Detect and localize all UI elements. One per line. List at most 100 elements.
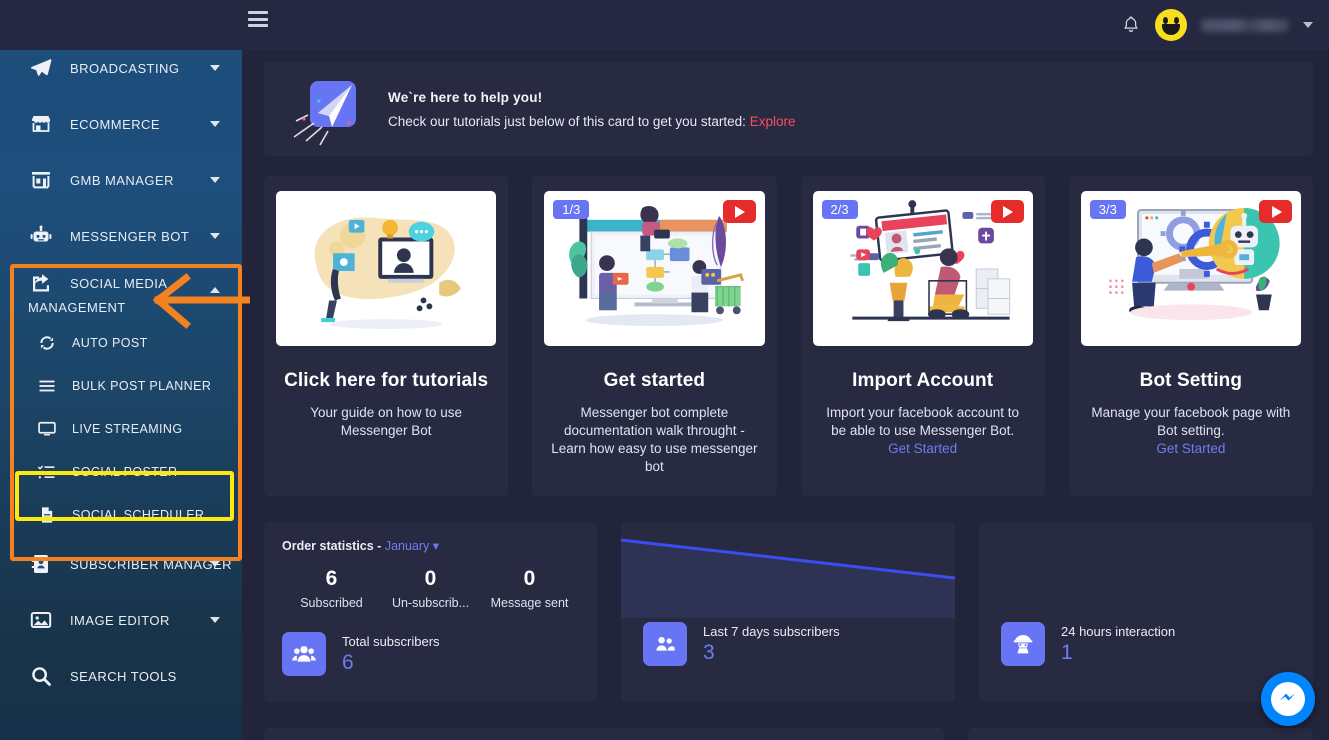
bottom-cards-row: Male vs female subscribers Subscriber`s … <box>264 728 1313 740</box>
statistics-row: Order statistics - January ▾ 6 Subscribe… <box>264 522 1313 702</box>
sidebar-subitem-social-scheduler[interactable]: SOCIAL SCHEDULER <box>0 493 242 536</box>
shop-icon <box>28 167 54 193</box>
sidebar: BROADCASTING ECOMMERCE GMB MANAGER MESSE… <box>0 40 242 740</box>
users-icon <box>643 622 687 666</box>
main-content: We`re here to help you! Check our tutori… <box>242 50 1329 740</box>
last-7-days-label: Last 7 days subscribers <box>703 623 840 639</box>
sidebar-item-messenger-bot[interactable]: MESSENGER BOT <box>0 208 242 264</box>
sidebar-subitem-label: BULK POST PLANNER <box>72 378 212 393</box>
order-statistics-header: Order statistics - January ▾ <box>282 538 579 553</box>
order-statistics-title: Order statistics - <box>282 539 385 553</box>
sidebar-item-ecommerce[interactable]: ECOMMERCE <box>0 96 242 152</box>
messenger-chat-button[interactable] <box>1261 672 1315 726</box>
tutorial-card[interactable]: 1/3 Get started Messenger bot complete d… <box>532 176 777 496</box>
get-started-link[interactable]: Get Started <box>1085 440 1296 458</box>
tutorial-card-description: Manage your facebook page with Bot setti… <box>1085 404 1296 458</box>
messenger-icon <box>1271 682 1305 716</box>
address-book-icon <box>28 551 54 577</box>
total-subscribers-label: Total subscribers <box>342 633 440 649</box>
sidebar-item-label: SEARCH TOOLS <box>70 668 177 684</box>
chevron-down-icon[interactable] <box>210 177 220 183</box>
order-statistics-card: Order statistics - January ▾ 6 Subscribe… <box>264 522 597 702</box>
tutorial-card[interactable]: Click here for tutorials Your guide on h… <box>264 176 509 496</box>
metric-label: Un-subscrib... <box>391 596 470 610</box>
file-icon <box>36 504 58 526</box>
tutorial-card-description: Your guide on how to use Messenger Bot <box>310 405 463 438</box>
tutorial-cards-row: Click here for tutorials Your guide on h… <box>264 176 1313 496</box>
total-subscribers-value: 6 <box>342 650 354 674</box>
tutorial-step-badge: 2/3 <box>821 200 858 219</box>
hamburger-bar <box>248 17 268 21</box>
help-banner: We`re here to help you! Check our tutori… <box>264 62 1313 156</box>
avatar-mouth <box>1162 24 1180 35</box>
sidebar-subitem-label: LIVE STREAMING <box>72 421 183 436</box>
male-vs-female-card: Male vs female subscribers <box>264 728 944 740</box>
24-hours-interaction-card: 24 hours interaction 1 <box>979 522 1313 702</box>
tutorial-card-title: Click here for tutorials <box>284 370 489 391</box>
sidebar-item-search-tools[interactable]: SEARCH TOOLS <box>0 648 242 704</box>
sidebar-item-label: ECOMMERCE <box>70 116 160 132</box>
hamburger-bar <box>248 24 268 27</box>
metric-message-sent: 0 Message sent <box>480 567 579 610</box>
tutorial-step-badge: 1/3 <box>553 200 590 219</box>
tutorial-thumbnail[interactable]: 2/3 <box>812 191 1033 346</box>
sidebar-subitem-social-poster[interactable]: SOCIAL POSTER <box>0 450 242 493</box>
chevron-down-icon[interactable] <box>1303 22 1313 28</box>
chevron-down-icon[interactable] <box>210 65 220 71</box>
sync-icon <box>36 332 58 354</box>
sidebar-item-gmb-manager[interactable]: GMB MANAGER <box>0 152 242 208</box>
metric-label: Subscribed <box>300 596 363 610</box>
chevron-down-icon[interactable] <box>210 233 220 239</box>
topbar-right-group <box>1121 0 1313 50</box>
get-started-link[interactable]: Get Started <box>817 440 1028 458</box>
sidebar-subitem-bulk-post-planner[interactable]: BULK POST PLANNER <box>0 364 242 407</box>
explore-link[interactable]: Explore <box>750 114 796 129</box>
sidebar-subitem-auto-post[interactable]: AUTO POST <box>0 321 242 364</box>
tasks-icon <box>36 461 58 483</box>
last-7-days-row: Last 7 days subscribers 3 <box>643 622 840 666</box>
image-icon <box>28 607 54 633</box>
sidebar-subitem-live-streaming[interactable]: LIVE STREAMING <box>0 407 242 450</box>
total-subscribers-text: Total subscribers 6 <box>342 634 440 675</box>
tutorial-card[interactable]: 2/3 Import Account Import your facebook … <box>800 176 1045 496</box>
metric-subscribed: 6 Subscribed <box>282 567 381 610</box>
hamburger-bar <box>248 11 268 14</box>
chevron-down-icon[interactable] <box>210 617 220 623</box>
interaction-value: 1 <box>1061 640 1073 664</box>
interaction-row: 24 hours interaction 1 <box>1001 622 1175 666</box>
username-label <box>1201 18 1289 32</box>
metric-value: 0 <box>424 567 437 590</box>
chevron-down-icon[interactable]: ▾ <box>429 539 439 553</box>
interaction-text: 24 hours interaction 1 <box>1061 624 1175 665</box>
play-icon[interactable] <box>990 200 1024 223</box>
last-7-days-text: Last 7 days subscribers 3 <box>703 624 840 665</box>
sparkline-chart <box>621 538 955 618</box>
tutorial-thumbnail[interactable]: 3/3 <box>1080 191 1301 346</box>
sidebar-item-label-line2: MANAGEMENT <box>28 300 126 315</box>
sidebar-subitem-label: AUTO POST <box>72 335 148 350</box>
hamburger-menu-icon[interactable] <box>248 11 268 27</box>
sidebar-item-image-editor[interactable]: IMAGE EDITOR <box>0 592 242 648</box>
metric-unsubscribed: 0 Un-subscrib... <box>381 567 480 610</box>
chevron-up-icon[interactable] <box>210 286 220 293</box>
sidebar-item-subscriber-manager[interactable]: SUBSCRIBER MANAGER <box>0 536 242 592</box>
tutorial-card-description-text: Import your facebook account to be able … <box>826 405 1020 438</box>
sidebar-item-label: MESSENGER BOT <box>70 228 190 244</box>
sidebar-item-label: GMB MANAGER <box>70 172 174 188</box>
tutorial-thumbnail[interactable]: 1/3 <box>544 191 765 346</box>
play-icon[interactable] <box>722 200 756 223</box>
help-banner-subtitle-text: Check our tutorials just below of this c… <box>388 113 750 129</box>
month-selector[interactable]: January <box>385 539 429 553</box>
bars-icon <box>36 375 58 397</box>
tutorial-card[interactable]: 3/3 Bot Setting Manage your facebook pag… <box>1068 176 1313 496</box>
tutorial-thumbnail[interactable] <box>276 191 497 346</box>
chevron-down-icon[interactable] <box>210 121 220 127</box>
sidebar-item-social-media-management[interactable]: SOCIAL MEDIA MANAGEMENT <box>0 264 242 321</box>
play-icon[interactable] <box>1259 200 1292 223</box>
bell-icon[interactable] <box>1121 14 1141 36</box>
avatar[interactable] <box>1155 9 1187 41</box>
tutorial-card-title: Bot Setting <box>1139 370 1243 391</box>
search-icon <box>28 663 54 689</box>
avatar-eye <box>1174 17 1179 24</box>
chevron-down-icon[interactable] <box>210 561 220 567</box>
